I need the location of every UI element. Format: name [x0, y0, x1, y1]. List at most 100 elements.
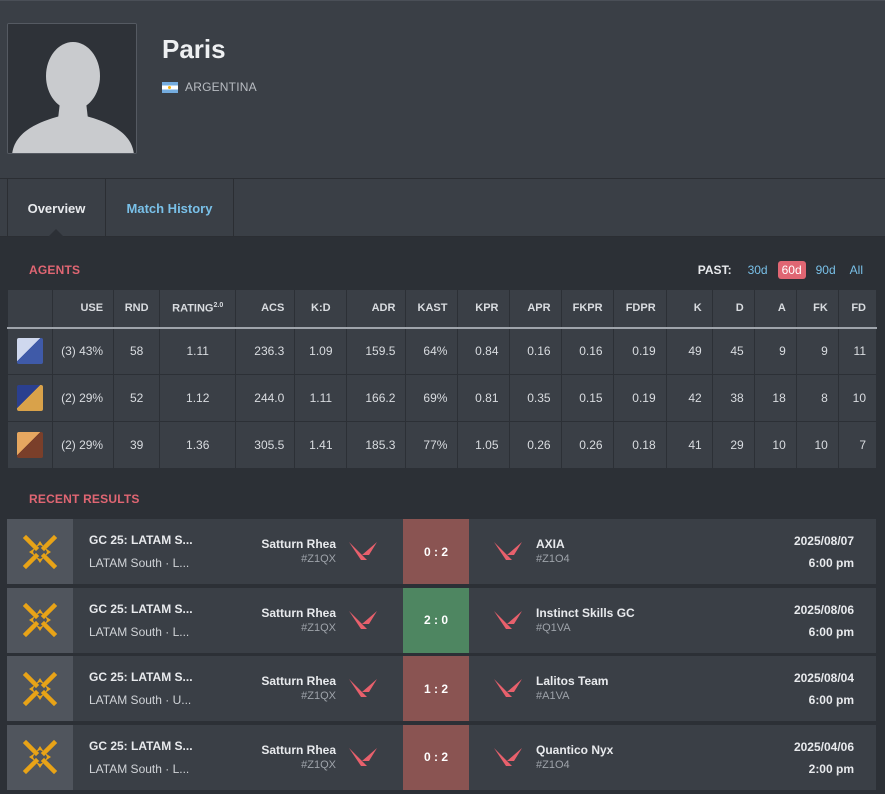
team1-name: Satturn Rhea — [261, 674, 336, 688]
tab-match-history[interactable]: Match History — [106, 179, 234, 237]
stat-cell: 0.19 — [612, 327, 667, 375]
event-stage: LATAM South · U... — [89, 693, 192, 707]
event-logo-icon — [7, 656, 73, 721]
stat-cell: 10 — [753, 421, 797, 469]
stat-cell: 0.84 — [457, 327, 510, 375]
stat-cell: 39 — [113, 421, 161, 469]
stat-cell: 45 — [711, 327, 755, 375]
stat-cell: 1.11 — [159, 327, 237, 375]
col-adr[interactable]: ADR — [346, 289, 407, 329]
stat-cell: 10 — [837, 374, 878, 422]
match-result-row[interactable]: GC 25: LATAM S... LATAM South · L... Sat… — [7, 724, 876, 790]
match-result-row[interactable]: GC 25: LATAM S... LATAM South · U... Sat… — [7, 656, 876, 721]
stat-cell: (2) 29% — [52, 374, 115, 422]
col-kd[interactable]: K:D — [294, 289, 348, 329]
col-k[interactable]: K — [665, 289, 713, 329]
col-kast[interactable]: KAST — [405, 289, 459, 329]
team2-tag: #Z1O4 — [536, 758, 570, 771]
past-30d-option[interactable]: 30d — [744, 261, 772, 279]
past-60d-option[interactable]: 60d — [777, 261, 806, 279]
stat-cell: 0.16 — [560, 327, 614, 375]
player-avatar — [7, 23, 137, 154]
stat-cell: 244.0 — [235, 374, 296, 422]
agent-icon-3[interactable] — [17, 432, 44, 458]
stat-cell: 0.26 — [560, 421, 614, 469]
stat-cell: 0.18 — [612, 421, 667, 469]
col-use[interactable]: USE — [52, 289, 115, 329]
team1-tag: #Z1QX — [301, 553, 336, 565]
stat-cell: 49 — [665, 327, 713, 375]
team1-tag: #Z1QX — [301, 690, 336, 702]
col-d[interactable]: D — [711, 289, 755, 329]
stat-cell: 77% — [405, 421, 459, 469]
event-title: GC 25: LATAM S... — [89, 601, 193, 616]
past-filter: PAST: 30d 60d 90d All — [698, 261, 867, 279]
stat-cell: 1.12 — [159, 374, 237, 422]
event-logo-icon — [7, 724, 73, 790]
profile-tabs: Overview Match History — [0, 178, 885, 237]
stat-cell: 10 — [795, 421, 839, 469]
col-apr[interactable]: APR — [508, 289, 562, 329]
col-fdpr[interactable]: FDPR — [612, 289, 667, 329]
agent-cell — [6, 421, 54, 469]
match-date: 2025/08/07 — [793, 534, 854, 548]
past-label: PAST: — [697, 263, 732, 277]
team2-tag: #A1VA — [536, 690, 570, 702]
event-logo-icon — [7, 587, 73, 653]
col-rating-label: RATING — [172, 302, 214, 315]
valorant-icon — [493, 745, 523, 774]
stat-cell: 52 — [113, 374, 161, 422]
agents-stats-table: USE RND RATING2.0 ACS K:D ADR KAST KPR A… — [6, 289, 878, 469]
valorant-icon — [348, 745, 378, 774]
stat-cell: 0.19 — [612, 374, 667, 422]
col-acs[interactable]: ACS — [235, 289, 296, 329]
stat-cell: 11 — [837, 327, 878, 375]
match-score: 0 : 2 — [403, 519, 469, 584]
match-result-row[interactable]: GC 25: LATAM S... LATAM South · L... Sat… — [7, 587, 876, 653]
match-score: 1 : 2 — [403, 656, 469, 721]
stat-cell: 1.09 — [294, 327, 348, 375]
stat-cell: 166.2 — [346, 374, 407, 422]
stat-cell: 64% — [405, 327, 459, 375]
stat-cell: 42 — [665, 374, 713, 422]
col-fd[interactable]: FD — [837, 289, 878, 329]
stat-cell: 1.11 — [294, 374, 348, 422]
stat-cell: (3) 43% — [52, 327, 115, 375]
valorant-icon — [493, 539, 523, 568]
match-time: 6:00 pm — [808, 556, 854, 570]
player-country: ARGENTINA — [162, 80, 257, 94]
player-header: Paris ARGENTINA — [0, 0, 885, 178]
team2-name: Instinct Skills GC — [536, 605, 635, 620]
col-kpr[interactable]: KPR — [457, 289, 510, 329]
stat-cell: 58 — [113, 327, 161, 375]
agent-icon-1[interactable] — [17, 338, 44, 365]
stat-cell: 0.81 — [457, 374, 510, 422]
valorant-icon — [348, 608, 378, 637]
team1-name: Satturn Rhea — [261, 537, 336, 551]
event-stage: LATAM South · L... — [89, 624, 190, 639]
event-title: GC 25: LATAM S... — [89, 533, 193, 547]
stat-cell: 185.3 — [346, 421, 407, 469]
col-rnd[interactable]: RND — [113, 289, 161, 329]
team1-name: Satturn Rhea — [261, 605, 336, 620]
stat-cell: 18 — [753, 374, 797, 422]
col-a[interactable]: A — [753, 289, 797, 329]
recent-results-title: RECENT RESULTS — [29, 492, 140, 506]
stat-cell: 0.26 — [508, 421, 562, 469]
stat-cell: 9 — [753, 327, 797, 375]
col-rating[interactable]: RATING2.0 — [159, 289, 237, 329]
past-all-option[interactable]: All — [846, 261, 867, 279]
team2-name: Quantico Nyx — [536, 742, 614, 757]
col-fkpr[interactable]: FKPR — [560, 289, 614, 329]
avatar-silhouette-icon — [8, 24, 136, 153]
event-logo-icon — [7, 519, 73, 584]
agents-table-header: USE RND RATING2.0 ACS K:D ADR KAST KPR A… — [6, 289, 878, 329]
stat-cell: 159.5 — [346, 327, 407, 375]
event-title: GC 25: LATAM S... — [89, 670, 193, 684]
agent-icon-2[interactable] — [17, 385, 44, 411]
stat-cell: 7 — [837, 421, 878, 469]
event-stage: LATAM South · L... — [89, 761, 190, 776]
col-fk[interactable]: FK — [795, 289, 839, 329]
match-result-row[interactable]: GC 25: LATAM S... LATAM South · L... Sat… — [7, 519, 876, 584]
past-90d-option[interactable]: 90d — [812, 261, 840, 279]
